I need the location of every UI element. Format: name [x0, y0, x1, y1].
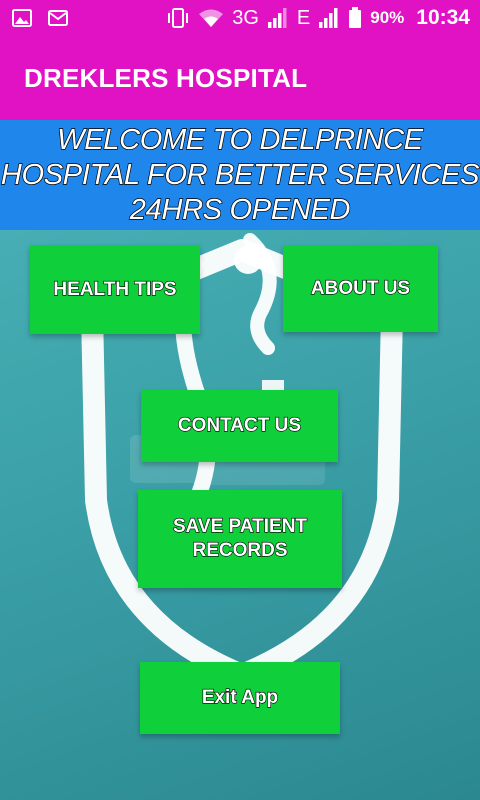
network-3g-label: 3G: [232, 6, 259, 29]
battery-icon: [348, 7, 362, 29]
mail-icon: [48, 9, 68, 27]
network-e-label: E: [296, 6, 311, 29]
welcome-text: WELCOME TO DELPRINCE HOSPITAL FOR BETTER…: [0, 123, 480, 226]
signal-icon: [318, 7, 340, 29]
app-screen: 3G E 90% 10:34 DREKLERS HOSPITAL WELCOME…: [0, 0, 480, 800]
status-bar: 3G E 90% 10:34: [0, 0, 480, 36]
health-tips-button[interactable]: HEALTH TIPS: [30, 245, 200, 334]
wifi-icon: [198, 8, 224, 28]
vibrate-icon: [166, 7, 190, 29]
exit-app-button[interactable]: Exit App: [140, 662, 340, 734]
status-right: 3G E 90% 10:34: [166, 6, 470, 30]
signal-icon: [267, 7, 289, 29]
status-clock: 10:34: [416, 6, 470, 29]
save-patient-records-button[interactable]: SAVE PATIENT RECORDS: [138, 490, 342, 588]
about-us-button[interactable]: ABOUT US: [283, 245, 438, 332]
gallery-icon: [12, 9, 32, 27]
app-bar: DREKLERS HOSPITAL: [0, 36, 480, 120]
app-title: DREKLERS HOSPITAL: [24, 62, 308, 93]
main-content: HEALTH TIPS ABOUT US CONTACT US SAVE PAT…: [0, 230, 480, 800]
status-left: [12, 9, 68, 27]
welcome-banner: WELCOME TO DELPRINCE HOSPITAL FOR BETTER…: [0, 120, 480, 230]
battery-percent: 90%: [370, 8, 405, 27]
contact-us-button[interactable]: CONTACT US: [141, 390, 338, 462]
